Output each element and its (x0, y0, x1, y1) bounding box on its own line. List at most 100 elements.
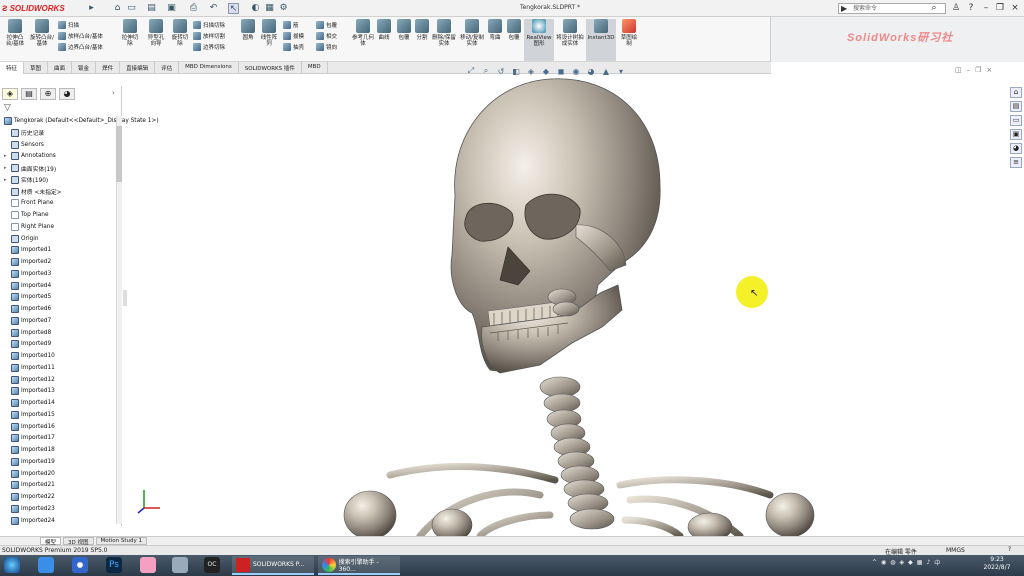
tree-item[interactable]: Imported6 (4, 303, 51, 315)
configuration-manager-tab-icon[interactable]: ⊕ (40, 88, 56, 100)
tree-item[interactable]: Imported4 (4, 280, 51, 292)
panel-collapse-handle[interactable] (123, 290, 127, 306)
view-palette-icon[interactable]: ▣ (1010, 129, 1022, 140)
tree-expander-icon[interactable]: ▸ (4, 153, 9, 159)
status-options-icon[interactable]: ? (1008, 546, 1011, 553)
tree-item[interactable]: ▸ 曲面实体(19) (4, 162, 56, 174)
tree-scrollbar-thumb[interactable] (116, 126, 122, 182)
tab-sketch[interactable]: 草图 (24, 62, 49, 74)
solidworks-resources-icon[interactable]: ⌂ (1010, 87, 1022, 98)
feature-manager-tab-icon[interactable]: ◈ (2, 88, 18, 100)
tab-motion-study[interactable]: Motion Study 1 (95, 537, 148, 545)
wrap-button-2[interactable]: 包覆 (506, 19, 522, 41)
tree-item[interactable]: Imported8 (4, 327, 51, 339)
tray-ime-icon[interactable]: 中 (934, 558, 940, 567)
tab-features[interactable]: 特征 (0, 62, 25, 74)
sketch-button[interactable]: 草图绘制 (620, 19, 638, 47)
intersect-button[interactable]: 相交 (316, 30, 350, 41)
fillet-button[interactable]: 圆角 (240, 19, 256, 41)
tree-item[interactable]: Imported24 (4, 515, 55, 527)
boundary-cut-button[interactable]: 边界切除 (193, 41, 243, 52)
tray-network-icon[interactable]: ▦ (917, 559, 923, 566)
tree-item[interactable]: Imported10 (4, 350, 55, 362)
undo-icon[interactable]: ↶ (208, 3, 219, 14)
tab-evaluate[interactable]: 评估 (155, 62, 180, 74)
revolve-boss-button[interactable]: 旋转凸台/基体 (30, 19, 54, 47)
tree-item[interactable]: Imported19 (4, 456, 55, 468)
tab-sheet-metal[interactable]: 钣金 (72, 62, 97, 74)
panel-expand-icon[interactable]: › (112, 89, 115, 97)
tree-item[interactable]: Imported15 (4, 409, 55, 421)
viewport-close-icon[interactable]: × (986, 66, 992, 76)
tree-item[interactable]: ▸ 实体(190) (4, 174, 48, 186)
help-icon[interactable]: ? (965, 2, 977, 14)
realview-button[interactable]: RealView图形 (524, 19, 554, 61)
tree-item[interactable]: Right Plane (4, 221, 54, 233)
sweep-button[interactable]: 扫描 (58, 19, 118, 30)
tree-item[interactable]: Imported12 (4, 374, 55, 386)
lofted-cut-button[interactable]: 放样切割 (193, 30, 243, 41)
tab-direct-editing[interactable]: 直接编辑 (120, 62, 156, 74)
options-icon[interactable]: ⚙ (278, 3, 289, 14)
tray-volume-icon[interactable]: ♪ (926, 559, 930, 566)
file-properties-icon[interactable]: ▦ (264, 3, 275, 14)
media-app-icon[interactable] (140, 557, 156, 573)
tray-app-icon[interactable]: ◉ (881, 559, 886, 566)
flex-button[interactable]: 弯曲 (487, 19, 503, 41)
tree-item[interactable]: Imported17 (4, 433, 55, 445)
viewport-split-icon[interactable]: ◫ (955, 66, 962, 76)
tree-item[interactable]: Sensors (4, 139, 44, 151)
revolve-cut-button[interactable]: 旋转切除 (170, 19, 190, 47)
tab-mbd-dimensions[interactable]: MBD Dimensions (179, 62, 239, 74)
tree-item[interactable]: ▸ Annotations (4, 151, 56, 163)
tray-app-icon[interactable]: ◆ (908, 559, 913, 566)
tab-model[interactable]: 模型 (40, 537, 62, 546)
tab-3d-views[interactable]: 3D 视图 (63, 537, 94, 546)
file-explorer-icon[interactable]: ▭ (1010, 115, 1022, 126)
tree-item[interactable]: Imported13 (4, 386, 55, 398)
loft-button[interactable]: 放样凸台/基体 (58, 30, 118, 41)
browser-app-icon[interactable] (72, 557, 88, 573)
minimize-icon[interactable]: – (980, 2, 992, 14)
tree-item[interactable]: Imported5 (4, 292, 51, 304)
property-manager-tab-icon[interactable]: ▤ (21, 88, 37, 100)
home-icon[interactable]: ⌂ (112, 3, 123, 14)
mirror-button[interactable]: 镜向 (316, 41, 350, 52)
taskbar-solidworks-window[interactable]: SOLIDWORKS P... (232, 556, 314, 575)
user-icon[interactable]: ♙ (950, 2, 962, 14)
wrap-button[interactable]: 包覆 (316, 19, 350, 30)
move-copy-button[interactable]: 移动/复制实体 (460, 19, 484, 47)
print-icon[interactable]: ⎙ (188, 3, 199, 14)
tree-item[interactable]: Imported20 (4, 468, 55, 480)
reference-geometry-button[interactable]: 参考几何体 (352, 19, 374, 47)
tree-item[interactable]: 历史记录 (4, 127, 44, 139)
filter-icon[interactable]: ▽ (4, 103, 11, 113)
viewport-restore-icon[interactable]: ❐ (975, 66, 981, 76)
design-library-icon[interactable]: ▤ (1010, 101, 1022, 112)
tree-expander-icon[interactable]: ▸ (4, 165, 9, 171)
taskbar-clock[interactable]: 9:23 2022/8/7 (975, 556, 1019, 572)
close-icon[interactable]: × (1009, 2, 1021, 14)
select-icon[interactable]: ↖ (228, 3, 239, 14)
tree-item[interactable]: Imported3 (4, 268, 51, 280)
tree-item[interactable]: Imported11 (4, 362, 55, 374)
tree-item[interactable]: Imported23 (4, 503, 55, 515)
boundary-button[interactable]: 边界凸台/基体 (58, 41, 118, 52)
tree-root[interactable]: Tengkorak (Default<<Default>_Display Sta… (4, 115, 159, 127)
viewport-minimize-icon[interactable]: – (967, 66, 971, 76)
tab-weldments[interactable]: 焊件 (96, 62, 121, 74)
status-units[interactable]: MMGS (946, 547, 965, 554)
search-icon[interactable]: ⌕ (928, 2, 940, 14)
tree-item[interactable]: Imported16 (4, 421, 55, 433)
hole-wizard-button[interactable]: 异型孔向导 (146, 19, 166, 47)
linear-pattern-button[interactable]: 线性阵列 (259, 19, 279, 47)
capture-app-icon[interactable] (172, 557, 188, 573)
tray-app-icon[interactable]: ◈ (900, 559, 905, 566)
tree-item[interactable]: Imported1 (4, 245, 51, 257)
tab-solidworks-addins[interactable]: SOLIDWORKS 插件 (239, 62, 302, 74)
split-button[interactable]: 分割 (414, 19, 430, 41)
draft-button[interactable]: 拔模 (283, 30, 313, 41)
rebuild-icon[interactable]: ◐ (250, 3, 261, 14)
appearances-icon[interactable]: ◕ (1010, 143, 1022, 154)
rib-button[interactable]: 筋 (283, 19, 313, 30)
